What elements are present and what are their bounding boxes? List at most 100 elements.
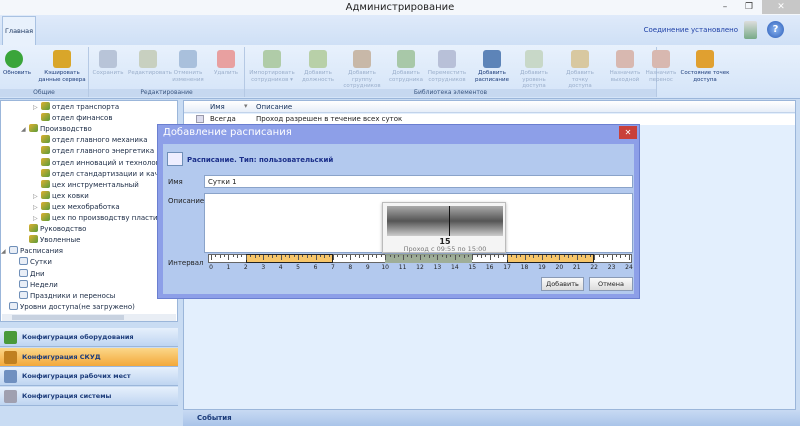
expander-icon[interactable]: ▷ [33, 204, 38, 211]
tree-item[interactable]: Уровни доступа(не загружено) [9, 301, 135, 313]
ribbon-button-17[interactable]: Состояние точек доступа [680, 50, 730, 83]
maximize-button[interactable]: ❐ [738, 0, 760, 14]
ruler-tick [515, 255, 517, 258]
ribbon-button-7[interactable]: Импортировать сотрудников ▾ [247, 50, 297, 83]
column-description[interactable]: Описание [256, 103, 292, 111]
events-panel[interactable]: События [183, 410, 800, 426]
ribbon-button-12[interactable]: Добавить расписание [474, 50, 510, 83]
tree-item-label: цех инструментальный [52, 180, 139, 189]
ribbon-button-14[interactable]: Добавить точку доступа [560, 50, 600, 90]
tree-item[interactable]: Праздники и переносы [19, 290, 115, 302]
ribbon-button-label: Добавить группу сотрудников [343, 70, 381, 89]
tree-item[interactable]: цех мехобработка [41, 201, 120, 213]
tree-item[interactable]: цех инструментальный [41, 179, 139, 191]
ruler-tick [441, 255, 443, 257]
ruler-tick [629, 255, 630, 260]
nav-button-3[interactable]: Конфигурация рабочих мест [0, 367, 178, 386]
ruler-tick [367, 255, 369, 260]
interval-ruler[interactable]: 0 1 2 3 4 5 6 7 8 9 10 11 12 13 14 15 16 17 18 19 20 21 22 23 24 [208, 254, 633, 272]
sort-icon[interactable]: ▾ [244, 102, 248, 110]
ribbon-button-10[interactable]: Добавить сотрудника [388, 50, 424, 83]
tree-panel[interactable]: ▷ отдел транспорта отдел финансов ◢ Производ… [0, 100, 178, 322]
ruler-hour-label: 18 [520, 264, 529, 271]
ruler-hour-label: 10 [381, 264, 389, 271]
ruler-tick [285, 255, 287, 257]
ribbon-button-8[interactable]: Добавить должность [300, 50, 336, 83]
nav-button-1[interactable]: Конфигурация оборудования [0, 328, 178, 347]
tree-item[interactable]: Сутки [19, 257, 52, 268]
expander-icon[interactable]: ◢ [21, 126, 26, 133]
tree-item[interactable]: цех ковки [41, 190, 89, 202]
name-label: Имя [168, 178, 183, 186]
ruler-tick [589, 255, 591, 257]
nav-button-4[interactable]: Конфигурация системы [0, 386, 178, 406]
tree-item[interactable]: отдел инноваций и технологи [41, 157, 164, 169]
tree-item[interactable]: отдел главного энергетика [41, 146, 154, 157]
calendar-icon [19, 268, 28, 277]
interval-label: Интервал [168, 259, 204, 267]
ruler-tick [280, 255, 282, 260]
nav-icon [4, 389, 17, 403]
add-access-level-icon [525, 50, 543, 68]
ruler-tick [559, 255, 561, 260]
column-name[interactable]: Имя [210, 103, 225, 111]
tooltip-magnifier [387, 206, 503, 236]
connection-status: Соединение установлено [643, 26, 738, 34]
expander-icon[interactable]: ▷ [33, 193, 38, 200]
tree-item[interactable]: Уволенные [29, 235, 80, 246]
ruler-hour-label: 9 [365, 264, 370, 271]
expander-icon[interactable]: ◢ [1, 248, 6, 255]
close-button[interactable]: ✕ [762, 0, 800, 14]
ribbon-button-6[interactable]: Удалить [213, 50, 239, 77]
ruler-tick [258, 255, 260, 257]
ribbon-button-13[interactable]: Добавить уровень доступа [512, 50, 556, 90]
tree-item[interactable]: отдел финансов [41, 113, 112, 124]
tree-item[interactable]: Производство [29, 124, 92, 135]
ruler-tick [602, 255, 604, 258]
ribbon-button-9[interactable]: Добавить группу сотрудников [338, 50, 386, 90]
tree-item[interactable]: отдел стандартизации и качес [41, 168, 167, 180]
ribbon-button-2[interactable]: Кэшировать данные сервера [38, 50, 86, 83]
ruler-tick [402, 255, 404, 260]
tree-hscrollbar[interactable] [2, 314, 176, 321]
ruler-hour-label: 19 [538, 264, 546, 271]
ruler-tick [607, 255, 609, 257]
ruler-tick [620, 255, 622, 258]
tree-item[interactable]: отдел главного механика [41, 135, 147, 146]
ribbon-button-11[interactable]: Переместить сотрудников [426, 50, 468, 83]
ruler-tick [424, 255, 426, 257]
ruler-tick [276, 255, 278, 257]
tree-item-label: отдел финансов [52, 114, 113, 123]
interval-tooltip: 15 Проход с 09:55 по 15:00 [382, 202, 506, 253]
ribbon-button-16[interactable]: Назначить перенос [644, 50, 678, 83]
add-group-icon [353, 50, 371, 68]
ribbon-button-5[interactable]: Отменить изменения [170, 50, 206, 83]
tree-item[interactable]: Недели [19, 279, 58, 291]
ribbon-button-1[interactable]: Обновить [3, 50, 31, 77]
expander-icon[interactable]: ▷ [33, 215, 38, 222]
expander-icon[interactable]: ▷ [33, 104, 38, 111]
ribbon-button-label: Отменить изменения [172, 70, 204, 83]
add-button[interactable]: Добавить [541, 277, 584, 291]
ruler-tick [254, 255, 256, 258]
ribbon-button-3[interactable]: Сохранить [92, 50, 124, 77]
tree-item[interactable]: Расписания [9, 246, 63, 257]
tree-item[interactable]: отдел транспорта [41, 102, 119, 113]
dialog-close-button[interactable]: ✕ [619, 126, 637, 139]
cancel-button[interactable]: Отмена [589, 277, 633, 291]
tab-main[interactable]: Главная [2, 16, 36, 46]
description-label: Описание [168, 197, 205, 205]
nav-button-2[interactable]: Конфигурация СКУД [0, 347, 178, 367]
tree-item[interactable]: Руководство [29, 224, 86, 235]
tree-item-label: отдел стандартизации и качес [52, 169, 167, 178]
server-icon[interactable] [744, 21, 757, 39]
name-input[interactable]: Сутки 1 [204, 175, 633, 188]
tree-item[interactable]: цех по производству пластика [41, 213, 166, 224]
nav-label: Конфигурация СКУД [22, 352, 101, 361]
ribbon-button-15[interactable]: Назначить выходной [608, 50, 642, 83]
ribbon-button-4[interactable]: Редактировать [128, 50, 172, 77]
help-icon[interactable]: ? [767, 21, 784, 38]
minimize-button[interactable]: – [714, 0, 736, 14]
tree-item[interactable]: Дни [19, 268, 45, 280]
ruler-hour-label: 16 [485, 264, 494, 271]
